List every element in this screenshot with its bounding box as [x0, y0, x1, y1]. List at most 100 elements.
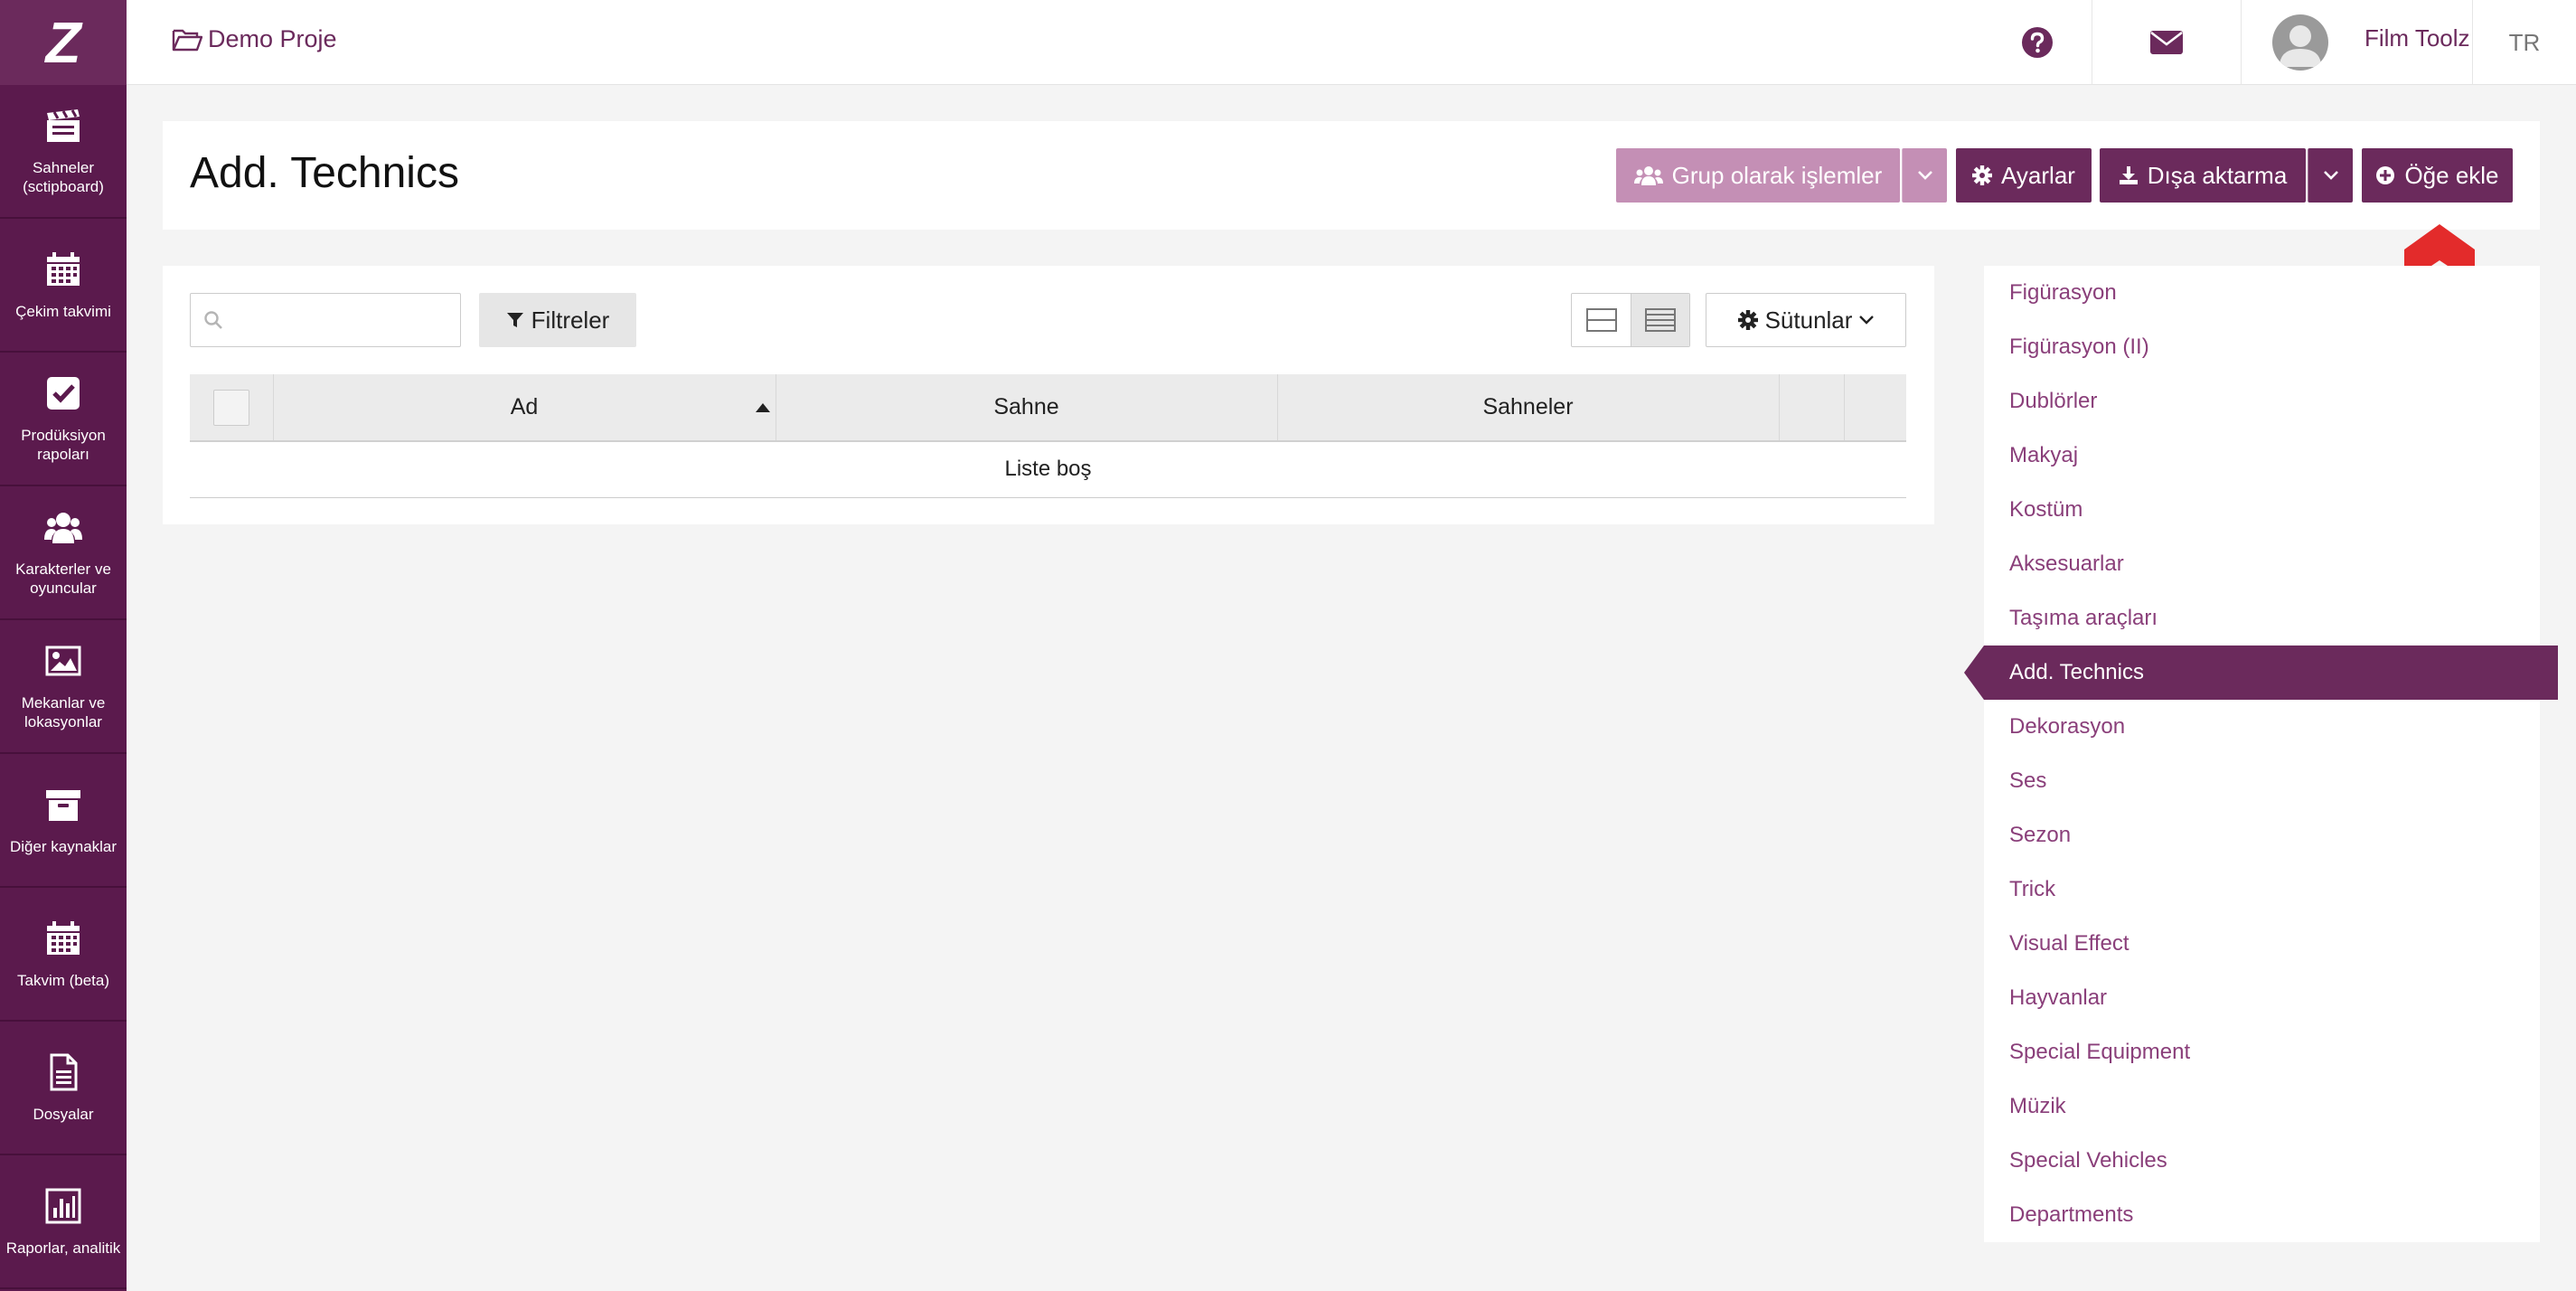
- category-item[interactable]: Sezon: [1984, 808, 2540, 862]
- export-label: Dışa aktarma: [2147, 161, 2288, 189]
- view-toggle: [1571, 293, 1690, 347]
- category-item[interactable]: Aksesuarlar: [1984, 537, 2540, 591]
- bar-chart-icon: [45, 1188, 81, 1223]
- category-item[interactable]: Makyaj: [1984, 429, 2540, 483]
- filter-icon: [506, 313, 523, 327]
- clapperboard-icon: [47, 109, 80, 142]
- users-icon: [44, 513, 82, 543]
- sidebar: Z Sahneler (sctipboard) Çekim takvimi Pr…: [0, 0, 127, 1291]
- project-name: Demo Proje: [208, 25, 337, 52]
- gear-icon: [1972, 165, 1993, 185]
- category-item[interactable]: Special Equipment: [1984, 1025, 2540, 1079]
- category-item[interactable]: Special Vehicles: [1984, 1134, 2540, 1188]
- sort-ascending-icon: [755, 403, 770, 412]
- card-view-button[interactable]: [1572, 294, 1631, 346]
- checkbox-icon: [47, 377, 80, 410]
- column-header-label: Sahneler: [1482, 394, 1574, 419]
- sidebar-item-production-reports[interactable]: Prodüksiyon rapoları: [0, 353, 127, 486]
- sidebar-item-label: Sahneler (sctipboard): [23, 159, 104, 195]
- avatar: [2272, 14, 2328, 71]
- sidebar-item-label: Karakterler ve oyuncular: [15, 561, 111, 597]
- filters-button[interactable]: Filtreler: [479, 293, 636, 347]
- search-input[interactable]: [230, 294, 456, 346]
- search-icon: [204, 311, 222, 329]
- category-item[interactable]: Taşıma araçları: [1984, 591, 2540, 646]
- filters-label: Filtreler: [531, 306, 610, 334]
- settings-label: Ayarlar: [2001, 161, 2075, 189]
- group-actions-button[interactable]: Grup olarak işlemler: [1616, 148, 1900, 203]
- project-breadcrumb[interactable]: Demo Proje: [172, 25, 337, 53]
- add-item-button[interactable]: Öğe ekle: [2362, 148, 2513, 203]
- category-panel: Figürasyon Figürasyon (II) Dublörler Makyaj…: [1964, 266, 2558, 1242]
- list-view-button[interactable]: [1631, 294, 1689, 346]
- column-header-label: Ad: [510, 394, 539, 419]
- sidebar-item-reports[interactable]: Raporlar, analitik: [0, 1155, 127, 1289]
- sidebar-item-other-resources[interactable]: Diğer kaynaklar: [0, 754, 127, 888]
- app-logo[interactable]: Z: [0, 0, 127, 85]
- sidebar-item-label: Prodüksiyon rapoları: [21, 427, 106, 463]
- empty-message: Liste boş: [190, 441, 1906, 498]
- sidebar-item-label: Dosyalar: [33, 1105, 94, 1123]
- category-item[interactable]: Ses: [1984, 754, 2540, 808]
- top-bar: Demo Proje Film Toolz TR: [127, 0, 2576, 85]
- top-right-controls: Film Toolz TR: [1983, 0, 2576, 85]
- category-item[interactable]: Hayvanlar: [1984, 971, 2540, 1025]
- user-silhouette-icon: [2280, 25, 2321, 67]
- columns-button[interactable]: Sütunlar: [1706, 293, 1906, 347]
- download-icon: [2119, 166, 2138, 184]
- category-item[interactable]: Figürasyon: [1984, 266, 2540, 320]
- category-item[interactable]: Visual Effect: [1984, 917, 2540, 971]
- question-circle-icon: [2022, 27, 2053, 58]
- column-header-ad[interactable]: Ad: [273, 374, 776, 442]
- sidebar-item-files[interactable]: Dosyalar: [0, 1022, 127, 1155]
- user-name: Film Toolz: [2364, 24, 2470, 52]
- select-all-cell: [190, 374, 274, 442]
- page-header: Add. Technics Grup olarak işlemler Ayarl…: [163, 121, 2540, 230]
- language-switcher[interactable]: TR: [2472, 0, 2576, 85]
- empty-row: Liste boş: [190, 441, 1906, 498]
- export-button[interactable]: Dışa aktarma: [2100, 148, 2306, 203]
- column-header-sahneler[interactable]: Sahneler: [1277, 374, 1780, 442]
- category-item[interactable]: Trick: [1984, 862, 2540, 917]
- table-header-row: Ad Sahne Sahneler: [190, 374, 1906, 442]
- category-item[interactable]: Add. Technics: [1964, 646, 2558, 700]
- export-dropdown-toggle[interactable]: [2308, 148, 2353, 203]
- category-item[interactable]: Müzik: [1984, 1079, 2540, 1134]
- group-actions-dropdown-toggle[interactable]: [1902, 148, 1947, 203]
- category-item[interactable]: Dublörler: [1984, 374, 2540, 429]
- columns-label: Sütunlar: [1764, 306, 1853, 334]
- category-item[interactable]: Figürasyon (II): [1984, 320, 2540, 374]
- sidebar-item-characters[interactable]: Karakterler ve oyuncular: [0, 486, 127, 620]
- select-all-checkbox[interactable]: [212, 389, 249, 426]
- messages-button[interactable]: [2092, 0, 2241, 85]
- gear-icon: [1737, 310, 1758, 330]
- envelope-icon: [2150, 31, 2183, 54]
- category-item[interactable]: Dekorasyon: [1984, 700, 2540, 754]
- sidebar-item-label: Çekim takvimi: [15, 302, 111, 320]
- sidebar-item-locations[interactable]: Mekanlar ve lokasyonlar: [0, 620, 127, 754]
- help-button[interactable]: [1983, 0, 2092, 85]
- page-title: Add. Technics: [190, 149, 459, 197]
- sidebar-item-shooting-schedule[interactable]: Çekim takvimi: [0, 219, 127, 353]
- sidebar-item-scenes[interactable]: Sahneler (sctipboard): [0, 85, 127, 219]
- user-menu[interactable]: Film Toolz: [2241, 0, 2472, 85]
- plus-circle-icon: [2376, 166, 2395, 184]
- sidebar-item-calendar-beta[interactable]: Takvim (beta): [0, 888, 127, 1022]
- logo-mark: Z: [45, 10, 81, 75]
- chevron-down-icon: [1917, 171, 1932, 180]
- calendar-icon: [47, 251, 80, 286]
- column-header-extra: [1779, 374, 1845, 442]
- data-table: Ad Sahne Sahneler Liste boş: [190, 374, 1906, 498]
- calendar-icon: [47, 920, 80, 955]
- column-header-label: Sahne: [993, 394, 1059, 419]
- group-actions-label: Grup olarak işlemler: [1671, 161, 1883, 189]
- column-header-sahne[interactable]: Sahne: [776, 374, 1278, 442]
- sidebar-item-label: Mekanlar ve lokasyonlar: [21, 694, 106, 730]
- add-item-label: Öğe ekle: [2404, 161, 2499, 189]
- column-header-extra: [1844, 374, 1906, 442]
- chevron-down-icon: [1859, 316, 1875, 325]
- list-icon: [1645, 308, 1676, 332]
- category-item[interactable]: Departments: [1984, 1188, 2540, 1242]
- category-item[interactable]: Kostüm: [1984, 483, 2540, 537]
- settings-button[interactable]: Ayarlar: [1956, 148, 2092, 203]
